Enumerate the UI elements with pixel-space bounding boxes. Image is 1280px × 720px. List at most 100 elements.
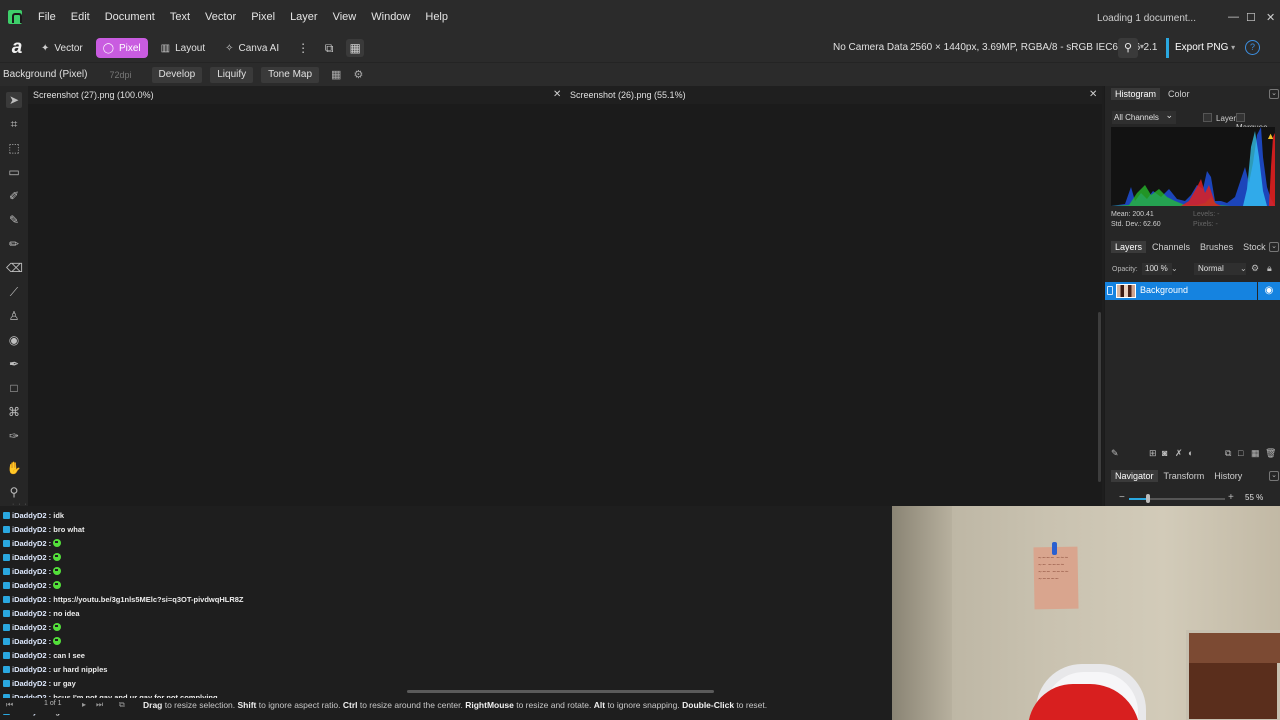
add-layer-icon[interactable]: □ [1238, 448, 1243, 458]
mesh-warp-icon[interactable]: ⌘ [6, 404, 22, 420]
vector-persona-button[interactable]: ✦ Vector [34, 38, 90, 58]
marquee-tool-icon[interactable]: ▭ [6, 164, 22, 180]
menu-layer[interactable]: Layer [290, 11, 318, 23]
tab-channels[interactable]: Channels [1148, 241, 1194, 253]
camera-data-label: No Camera Data [833, 42, 909, 53]
help-icon[interactable]: ? [1245, 40, 1260, 55]
menu-pixel[interactable]: Pixel [251, 11, 275, 23]
dodge-tool-icon[interactable]: ⟋ [6, 284, 22, 300]
tab-navigator[interactable]: Navigator [1111, 470, 1158, 482]
lock-icon[interactable]: 🔒︎ [1267, 263, 1272, 274]
grid-icon[interactable]: ▦ [1251, 448, 1260, 459]
pixel-persona-button[interactable]: ◯ Pixel [95, 38, 148, 58]
snapping-button[interactable]: ⚲ [1118, 38, 1138, 58]
canvas[interactable] [28, 104, 1102, 506]
fx-icon[interactable]: ✗ [1175, 448, 1183, 459]
layer-row[interactable]: Background [1105, 282, 1257, 300]
zoom-slider-handle[interactable] [1146, 494, 1151, 503]
tab-stock[interactable]: Stock [1239, 241, 1270, 253]
layout-persona-button[interactable]: ▥ Layout [154, 38, 212, 58]
grid-view-icon[interactable]: ▦ [346, 39, 365, 57]
selection-brush-icon[interactable]: ⬚ [6, 140, 22, 156]
menu-window[interactable]: Window [371, 11, 410, 23]
blend-mode-dropdown[interactable]: Normal [1194, 263, 1246, 275]
close-icon[interactable]: ✕ [1089, 86, 1097, 104]
pen-tool-icon[interactable]: ✒ [6, 356, 22, 372]
close-window-button[interactable]: ✕ [1266, 11, 1275, 24]
lock-icon[interactable] [1107, 286, 1113, 295]
zoom-tool-icon[interactable]: ⚲ [6, 484, 22, 500]
pages-icon[interactable]: ⧉ [119, 700, 125, 710]
liquify-button[interactable]: Liquify [210, 66, 254, 83]
first-page-icon[interactable]: ⏮ [6, 700, 13, 710]
layer-checkbox[interactable]: Layer [1203, 113, 1236, 123]
chevron-down-icon[interactable]: ⌄ [1269, 242, 1279, 252]
tab-transform[interactable]: Transform [1160, 470, 1209, 482]
affinity-brand-icon[interactable]: a [6, 37, 28, 59]
move-tool-icon[interactable]: ➤ [6, 92, 22, 108]
menu-file[interactable]: File [38, 11, 56, 23]
hand-tool-icon[interactable]: ✋ [6, 460, 22, 476]
minimize-button[interactable]: — [1228, 11, 1239, 23]
tone-map-button[interactable]: Tone Map [261, 66, 320, 83]
grid-icon[interactable]: ▦ [331, 68, 341, 81]
tab-screenshot-26[interactable]: Screenshot (26).png (55.1%) [570, 86, 686, 104]
tab-screenshot-27[interactable]: Screenshot (27).png (100.0%) [33, 86, 154, 104]
tab-history[interactable]: History [1210, 470, 1246, 482]
channels-dropdown[interactable]: All Channels [1112, 109, 1176, 124]
chevron-down-icon[interactable]: ⌄ [1269, 89, 1279, 99]
erase-tool-icon[interactable]: ⌫ [6, 260, 23, 276]
crop-tool-icon[interactable]: ⌗ [6, 116, 22, 132]
develop-button[interactable]: Develop [151, 66, 203, 83]
horizontal-scrollbar[interactable] [407, 690, 714, 693]
app-logo-icon[interactable] [8, 10, 22, 24]
chat-message: iDaddyD2 : [3, 622, 62, 634]
zoom-value[interactable]: 55 % [1245, 493, 1263, 502]
filter-icon[interactable]: ◐ [1188, 448, 1193, 458]
gear-icon[interactable]: ⚙ [353, 68, 363, 81]
chevron-down-icon[interactable]: ⌄ [1269, 471, 1279, 481]
chevron-down-icon[interactable]: ⌄ [1171, 264, 1178, 273]
flood-select-icon[interactable]: ✐ [6, 188, 22, 204]
next-page-icon[interactable]: ▸ [82, 700, 86, 709]
vertical-scrollbar[interactable] [1098, 312, 1101, 482]
document-setup-icon[interactable]: ⧉ [320, 39, 338, 57]
mask-icon[interactable]: ◙ [1162, 448, 1167, 458]
tab-histogram[interactable]: Histogram [1111, 88, 1161, 100]
gear-icon[interactable]: ⚙ [1251, 263, 1259, 274]
tab-color[interactable]: Color [1164, 88, 1194, 100]
maximize-button[interactable]: ☐ [1246, 11, 1256, 24]
last-page-icon[interactable]: ⏭ [96, 700, 103, 710]
close-icon[interactable]: ✕ [553, 86, 561, 104]
zoom-out-icon[interactable]: − [1119, 492, 1125, 503]
blur-tool-icon[interactable]: ◉ [6, 332, 22, 348]
paint-brush-icon[interactable]: ✎ [6, 212, 22, 228]
menu-edit[interactable]: Edit [71, 11, 90, 23]
layer-name: Background [1140, 285, 1189, 295]
clone-tool-icon[interactable]: ♙ [6, 308, 22, 324]
opacity-label: Opacity: [1112, 266, 1138, 273]
chevron-down-icon[interactable]: ▾ [1140, 42, 1144, 51]
visibility-eye-icon[interactable]: ◉ [1258, 282, 1280, 300]
pixel-tool-icon[interactable]: ✏ [6, 236, 22, 252]
zoom-in-icon[interactable]: + [1228, 492, 1234, 503]
menu-help[interactable]: Help [425, 11, 448, 23]
chevron-down-icon[interactable]: ⌄ [1240, 264, 1247, 273]
canva-ai-button[interactable]: ✧ Canva AI [218, 38, 286, 58]
menu-document[interactable]: Document [105, 11, 155, 23]
chat-message: iDaddyD2 : ur hard nipples [3, 664, 107, 676]
menu-vector[interactable]: Vector [205, 11, 236, 23]
group-icon[interactable]: ⧉ [1225, 448, 1231, 459]
edit-icon[interactable]: ✎ [1111, 448, 1119, 459]
menu-view[interactable]: View [333, 11, 357, 23]
menu-text[interactable]: Text [170, 11, 190, 23]
tab-brushes[interactable]: Brushes [1196, 241, 1237, 253]
export-png-button[interactable]: Export PNG ▾ [1166, 38, 1241, 58]
adjustment-icon[interactable]: ⊞ [1149, 448, 1157, 459]
color-picker-icon[interactable]: ✑ [6, 428, 22, 444]
rectangle-tool-icon[interactable]: □ [6, 380, 22, 396]
delete-icon[interactable]: 🗑︎ [1265, 448, 1276, 459]
opacity-field[interactable]: 100 % [1142, 263, 1172, 275]
more-options-icon[interactable]: ⋮ [294, 39, 312, 57]
tab-layers[interactable]: Layers [1111, 241, 1147, 253]
